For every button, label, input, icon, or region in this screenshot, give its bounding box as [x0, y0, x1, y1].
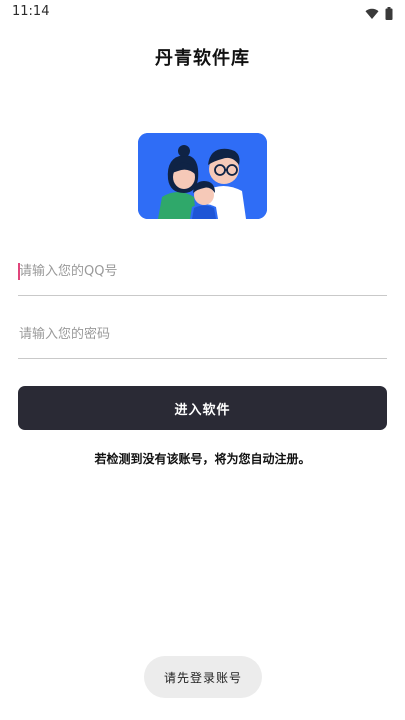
password-input[interactable] — [18, 310, 387, 358]
status-bar: 11:14 — [0, 0, 405, 24]
login-toast: 请先登录账号 — [144, 656, 262, 698]
password-field[interactable] — [18, 310, 387, 359]
status-icons — [365, 5, 393, 24]
qq-field[interactable] — [18, 247, 387, 296]
enter-app-button[interactable]: 进入软件 — [18, 386, 387, 430]
auto-register-hint: 若检测到没有该账号，将为您自动注册。 — [94, 452, 311, 466]
app-title: 丹青软件库 — [155, 48, 250, 69]
family-illustration — [138, 133, 267, 219]
text-cursor — [18, 263, 20, 280]
wifi-icon — [365, 5, 379, 24]
qq-input[interactable] — [18, 247, 387, 295]
status-time: 11:14 — [12, 4, 50, 19]
battery-icon — [385, 5, 393, 24]
